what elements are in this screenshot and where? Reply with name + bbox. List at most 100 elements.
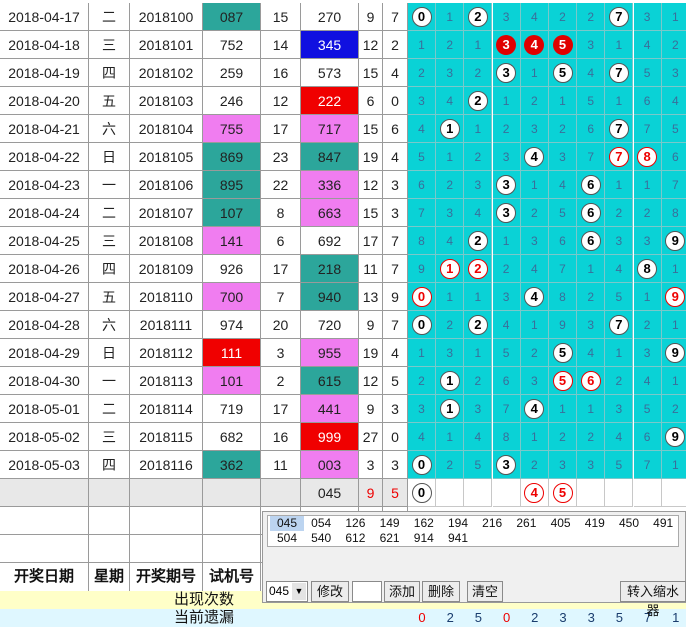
digit-cell: 3 — [605, 227, 634, 255]
draw-date: 2018-05-03 — [0, 451, 89, 479]
digit-cell: 4 — [408, 115, 436, 143]
blank-cell — [130, 535, 203, 563]
digit-cell: 1 — [464, 339, 493, 367]
trial-number: 719 — [203, 395, 261, 423]
chevron-down-icon[interactable]: ▼ — [292, 583, 306, 600]
combo-input[interactable] — [352, 581, 382, 602]
digit-ball: 3 — [496, 174, 517, 195]
digit-cell: 5 — [549, 479, 577, 507]
issue-number: 2018108 — [130, 227, 203, 255]
tail-value: 0 — [383, 87, 408, 115]
digit-cell — [492, 479, 521, 507]
digit-cell: 3 — [577, 451, 606, 479]
combo-tag[interactable]: 162 — [407, 516, 441, 531]
digit-cell: 7 — [605, 115, 634, 143]
combo-list[interactable]: 045 054 126 149 162 194 216 261 405 419 450 491 504 5… — [267, 515, 679, 547]
digit-cell: 5 — [605, 451, 634, 479]
combo-tag[interactable]: 941 — [441, 531, 475, 546]
combo-tag[interactable]: 419 — [578, 516, 612, 531]
digit-cell: 7 — [605, 59, 634, 87]
table-row: 2018-04-25 三 2018108 141 6 692 17 7 8 4 2 1 3 6 6 3 3 9 — [0, 227, 686, 255]
trial-number: 107 — [203, 199, 261, 227]
delete-button[interactable]: 删除 — [422, 581, 460, 602]
combo-tag[interactable]: 216 — [475, 516, 509, 531]
combo-tag[interactable]: 612 — [338, 531, 372, 546]
issue-number: 2018106 — [130, 171, 203, 199]
digit-cell: 1 — [436, 367, 465, 395]
digit-ball: 5 — [552, 62, 573, 83]
digit-ball: 3 — [496, 202, 517, 223]
span-value: 8 — [261, 199, 301, 227]
trial-number: 974 — [203, 311, 261, 339]
issue-number: 2018107 — [130, 199, 203, 227]
blank-cell — [0, 507, 89, 535]
combo-tag[interactable]: 914 — [407, 531, 441, 546]
digit-cell: 2 — [464, 59, 493, 87]
combo-tag[interactable]: 450 — [612, 516, 646, 531]
draw-date: 2018-04-25 — [0, 227, 89, 255]
miss-value: 5 — [615, 610, 623, 625]
combo-tag[interactable]: 261 — [509, 516, 543, 531]
issue-number: 2018116 — [130, 451, 203, 479]
tail-value: 0 — [383, 423, 408, 451]
digit-cell: 2 — [436, 31, 465, 59]
trial-number: 926 — [203, 255, 261, 283]
combo-tag[interactable]: 149 — [373, 516, 407, 531]
trial-number: 101 — [203, 367, 261, 395]
digit-cell: 6 — [633, 87, 662, 115]
digit-cell: 3 — [436, 199, 465, 227]
digit-cell: 6 — [577, 171, 606, 199]
combo-tag[interactable]: 405 — [544, 516, 578, 531]
digit-ball: 6 — [580, 230, 601, 251]
miss-value: 0 — [502, 610, 511, 625]
combo-select[interactable]: 045 ▼ — [266, 581, 308, 602]
digit-cell: 0 — [408, 479, 436, 507]
digit-cell: 2 — [464, 367, 493, 395]
combo-tag[interactable]: 126 — [338, 516, 372, 531]
tail-value: 4 — [383, 339, 408, 367]
combo-tag[interactable]: 621 — [373, 531, 407, 546]
table-row: 2018-04-19 四 2018102 259 16 573 15 4 2 3 2 3 1 5 4 7 5 3 — [0, 59, 686, 87]
span-value: 16 — [261, 423, 301, 451]
digit-ball: 7 — [608, 6, 629, 27]
digit-cell: 1 — [661, 3, 686, 31]
table-row: 2018-05-03 四 2018116 362 11 003 3 3 0 2 5 3 2 3 3 5 7 1 — [0, 451, 686, 479]
issue-number: 2018102 — [130, 59, 203, 87]
digit-ball: 7 — [608, 118, 629, 139]
digit-cell: 4 — [408, 423, 436, 451]
sum-value: 12 — [359, 367, 383, 395]
add-button[interactable]: 添加 — [384, 581, 420, 602]
shrink-transfer-button[interactable]: 转入缩水器 — [620, 581, 686, 618]
digit-cell: 6 — [577, 115, 606, 143]
issue-number: 2018103 — [130, 87, 203, 115]
issue-number: 2018104 — [130, 115, 203, 143]
sum-value: 19 — [359, 339, 383, 367]
digit-cell: 7 — [492, 395, 521, 423]
digit-ball: 3 — [496, 62, 517, 83]
digit-ball: 0 — [411, 314, 432, 335]
draw-date: 2018-04-23 — [0, 171, 89, 199]
digit-cell: 2 — [492, 115, 521, 143]
clear-button[interactable]: 清空 — [467, 581, 503, 602]
combo-tag[interactable]: 194 — [441, 516, 475, 531]
digit-cell: 1 — [464, 115, 493, 143]
digit-cell: 1 — [492, 227, 521, 255]
combo-tag[interactable]: 054 — [304, 516, 338, 531]
digit-cell: 0 — [408, 311, 436, 339]
modify-button[interactable]: 修改 — [311, 581, 349, 602]
draw-number: 663 — [301, 199, 359, 227]
trial-number: 682 — [203, 423, 261, 451]
combo-tag[interactable]: 045 — [270, 516, 304, 531]
draw-number: 720 — [301, 311, 359, 339]
combo-tag[interactable]: 491 — [646, 516, 680, 531]
digit-cell: 5 — [633, 59, 662, 87]
digit-cell — [436, 479, 465, 507]
digit-cell: 0 — [408, 283, 436, 311]
combo-tag[interactable]: 540 — [304, 531, 338, 546]
tail-value: 7 — [383, 311, 408, 339]
draw-date: 2018-04-21 — [0, 115, 89, 143]
miss-value: 2 — [531, 610, 539, 625]
combo-tag[interactable]: 504 — [270, 531, 304, 546]
digit-cell: 3 — [464, 171, 493, 199]
digit-cell: 3 — [408, 87, 436, 115]
